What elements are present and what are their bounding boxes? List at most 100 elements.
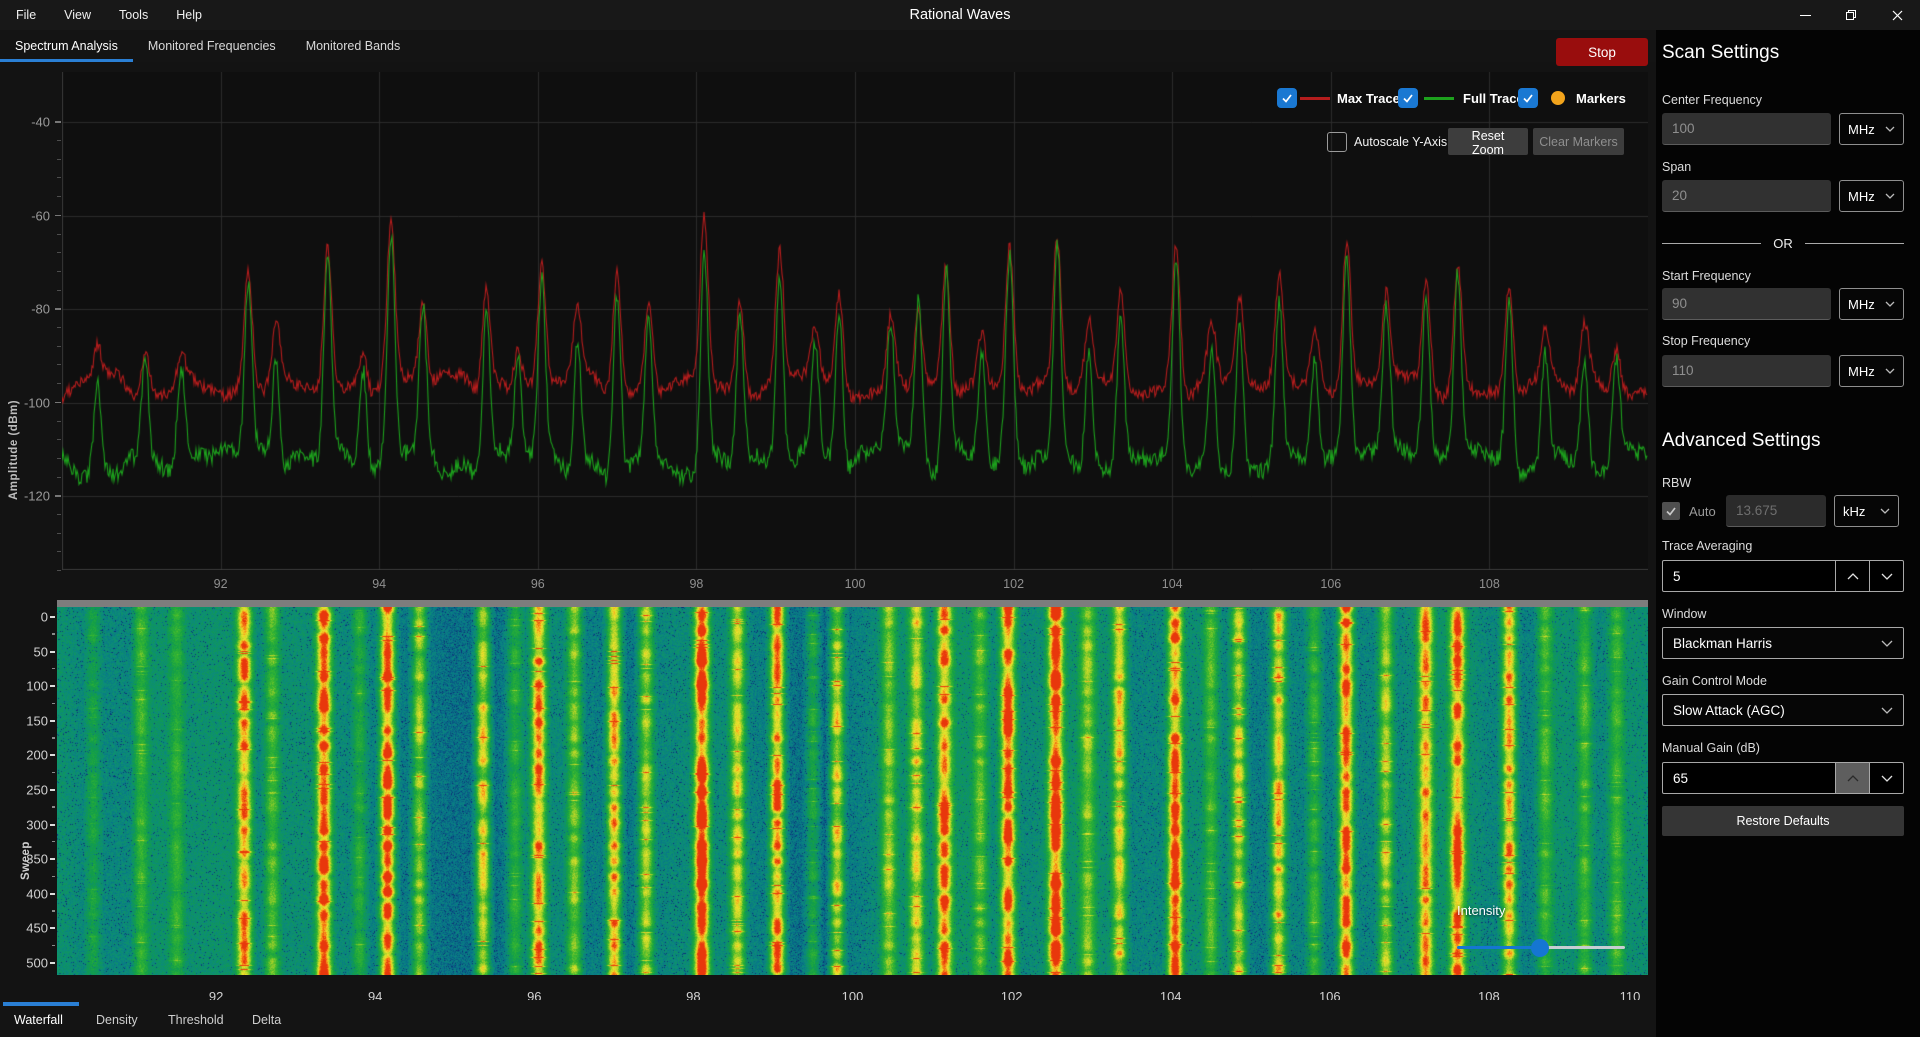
rbw-unit-select[interactable]: kHz — [1834, 495, 1899, 527]
waterfall-scrollbar[interactable] — [57, 600, 1648, 607]
window-dropdown[interactable]: Blackman Harris — [1662, 627, 1904, 659]
rbw-label: RBW — [1662, 476, 1691, 490]
center-frequency-unit-select[interactable]: MHz — [1839, 113, 1904, 145]
y-minor-tick-mark — [57, 439, 61, 440]
increment-button[interactable] — [1835, 763, 1869, 793]
x-tick-label: 96 — [531, 577, 545, 591]
tab-threshold[interactable]: Threshold — [168, 1013, 224, 1027]
restore-icon[interactable] — [1828, 0, 1874, 30]
gain-control-mode-label: Gain Control Mode — [1662, 674, 1767, 688]
y-tick-mark — [50, 893, 55, 895]
rbw-value-input[interactable] — [1726, 495, 1826, 527]
intensity-slider-track[interactable] — [1540, 946, 1625, 949]
menu-file[interactable]: File — [2, 0, 50, 30]
y-tick-mark — [50, 720, 55, 722]
chevron-up-icon — [1847, 775, 1859, 782]
gain-control-mode-dropdown[interactable]: Slow Attack (AGC) — [1662, 694, 1904, 726]
center-frequency-input[interactable] — [1662, 113, 1831, 145]
tab-monitored-bands[interactable]: Monitored Bands — [291, 30, 416, 62]
reset-zoom-button[interactable]: Reset Zoom — [1448, 128, 1528, 155]
y-minor-tick-mark — [57, 140, 61, 141]
y-tick-mark — [55, 308, 61, 310]
advanced-settings-title: Advanced Settings — [1662, 430, 1820, 452]
y-minor-tick-mark — [57, 234, 61, 235]
menu-view[interactable]: View — [50, 0, 105, 30]
or-divider: OR — [1662, 236, 1904, 251]
span-unit-select[interactable]: MHz — [1839, 180, 1904, 212]
tab-delta[interactable]: Delta — [252, 1013, 281, 1027]
close-icon[interactable] — [1874, 0, 1920, 30]
y-tick-label: 50 — [8, 644, 48, 659]
menu-tools[interactable]: Tools — [105, 0, 162, 30]
restore-defaults-button[interactable]: Restore Defaults — [1662, 806, 1904, 836]
tab-waterfall[interactable]: Waterfall — [14, 1013, 63, 1027]
tab-spectrum-analysis[interactable]: Spectrum Analysis — [0, 30, 133, 62]
decrement-button[interactable] — [1869, 561, 1903, 591]
y-tick-label: 450 — [8, 921, 48, 936]
trace-averaging-label: Trace Averaging — [1662, 539, 1752, 553]
decrement-button[interactable] — [1869, 763, 1903, 793]
intensity-slider-thumb[interactable] — [1531, 939, 1549, 957]
y-minor-tick-mark — [52, 841, 55, 843]
x-tick-label: 104 — [1162, 577, 1183, 591]
max-trace-swatch — [1300, 97, 1330, 100]
y-tick-label: -120 — [6, 489, 50, 504]
y-minor-tick-mark — [52, 703, 55, 705]
stop-frequency-unit-select[interactable]: MHz — [1839, 355, 1904, 387]
rbw-auto-checkbox[interactable] — [1662, 502, 1680, 520]
y-tick-mark — [50, 824, 55, 826]
y-minor-tick-mark — [57, 514, 61, 515]
app-window: File View Tools Help Rational Waves Spec… — [0, 0, 1920, 1037]
unit-value: kHz — [1843, 504, 1865, 519]
intensity-slider-track-filled[interactable] — [1457, 946, 1540, 949]
menu-help[interactable]: Help — [162, 0, 216, 30]
y-minor-tick-mark — [57, 271, 61, 272]
start-frequency-input[interactable] — [1662, 288, 1831, 320]
y-tick-label: -60 — [6, 208, 50, 223]
center-frequency-label: Center Frequency — [1662, 93, 1762, 107]
unit-value: MHz — [1848, 297, 1875, 312]
tab-density[interactable]: Density — [96, 1013, 138, 1027]
gain-control-mode-value: Slow Attack (AGC) — [1673, 703, 1785, 718]
y-tick-mark — [55, 121, 61, 123]
unit-value: MHz — [1848, 122, 1875, 137]
chevron-down-icon — [1881, 775, 1893, 782]
minimize-icon[interactable] — [1782, 0, 1828, 30]
stop-button[interactable]: Stop — [1556, 38, 1648, 66]
y-minor-tick-mark — [57, 290, 61, 291]
y-tick-mark — [50, 651, 55, 653]
max-trace-checkbox[interactable] — [1277, 88, 1297, 108]
rbw-auto-label: Auto — [1689, 504, 1726, 519]
clear-markers-button[interactable]: Clear Markers — [1533, 128, 1624, 155]
waterfall-display[interactable] — [57, 607, 1648, 975]
manual-gain-input[interactable] — [1663, 763, 1835, 793]
autoscale-checkbox[interactable] — [1327, 132, 1347, 152]
menu-bar: File View Tools Help — [2, 0, 216, 30]
full-trace-checkbox[interactable] — [1398, 88, 1418, 108]
bottom-tab-bar: Waterfall Density Threshold Delta — [0, 1000, 1656, 1037]
y-minor-tick-mark — [52, 772, 55, 774]
x-tick-label: 102 — [1003, 577, 1024, 591]
markers-checkbox[interactable] — [1518, 88, 1538, 108]
chevron-up-icon — [1847, 573, 1859, 580]
tab-monitored-frequencies[interactable]: Monitored Frequencies — [133, 30, 291, 62]
chevron-down-icon — [1881, 640, 1893, 647]
stop-frequency-input[interactable] — [1662, 355, 1831, 387]
autoscale-label: Autoscale Y-Axis — [1354, 135, 1447, 149]
y-minor-tick-mark — [57, 458, 61, 459]
y-tick-label: -100 — [6, 395, 50, 410]
increment-button[interactable] — [1835, 561, 1869, 591]
y-minor-tick-mark — [57, 364, 61, 365]
or-text: OR — [1773, 236, 1793, 251]
span-input[interactable] — [1662, 180, 1831, 212]
y-tick-mark — [50, 616, 55, 618]
trace-averaging-input[interactable] — [1663, 561, 1835, 591]
y-minor-tick-mark — [57, 477, 61, 478]
unit-value: MHz — [1848, 189, 1875, 204]
manual-gain-label: Manual Gain (dB) — [1662, 741, 1760, 755]
y-tick-label: 100 — [8, 679, 48, 694]
full-trace-swatch — [1424, 97, 1454, 100]
start-frequency-unit-select[interactable]: MHz — [1839, 288, 1904, 320]
y-minor-tick-mark — [57, 346, 61, 347]
window-value: Blackman Harris — [1673, 636, 1772, 651]
